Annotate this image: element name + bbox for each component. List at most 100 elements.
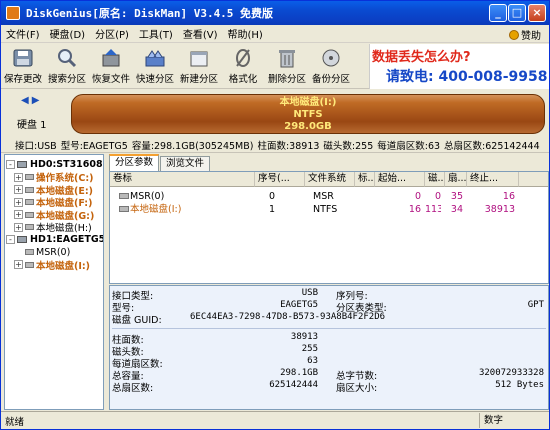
cell-start-sector: 34 — [450, 204, 463, 215]
close-button[interactable]: × — [528, 4, 546, 22]
info-sectors-per-track: 每道扇区数:63 — [377, 140, 441, 152]
table-row[interactable]: 本地磁盘(I:) 1 NTFS 16 113 34 38913 — [110, 203, 548, 216]
search-partition-label: 搜索分区 — [47, 74, 86, 85]
format-button[interactable]: 格式化 — [221, 44, 265, 89]
info-total-sectors: 总扇区数:625142444 — [444, 140, 540, 152]
quick-partition-button[interactable]: 快速分区 — [133, 44, 177, 89]
cell-filesystem: NTFS — [313, 204, 338, 215]
info-model: 型号:EAGETG5 — [60, 140, 128, 152]
save-changes-label: 保存更改 — [3, 74, 42, 85]
new-partition-button[interactable]: 新建分区 — [177, 44, 221, 89]
partition-icon — [25, 211, 34, 218]
new-partition-label: 新建分区 — [179, 74, 218, 85]
delete-partition-label: 删除分区 — [267, 74, 306, 85]
save-icon — [11, 47, 35, 69]
cell-label: 本地磁盘(I:) — [130, 204, 182, 215]
ad-phone: 请致电: 400-008-9958 — [386, 69, 548, 85]
app-window: DiskGenius[原名: DiskMan] V3.4.5 免费版 _ □ ×… — [0, 0, 550, 430]
disk-icon — [17, 236, 27, 243]
title-bar[interactable]: DiskGenius[原名: DiskMan] V3.4.5 免费版 _ □ × — [1, 1, 549, 25]
cell-end-cyl: 16 — [502, 191, 515, 202]
expand-toggle-icon[interactable]: - — [6, 235, 15, 244]
disk-icon — [17, 161, 27, 168]
detail-bytes-value: 320072933328 — [478, 368, 544, 378]
tree-item-label: 本地磁盘(I:) — [36, 260, 91, 272]
minimize-button[interactable]: _ — [489, 4, 507, 22]
expand-toggle-icon[interactable]: - — [6, 160, 15, 169]
header-col-more[interactable] — [519, 172, 548, 187]
disk-details: 接口类型: USB 序列号: 型号: EAGETG5 分区表类型: GPT 磁盘… — [109, 285, 549, 410]
expand-toggle-icon[interactable]: + — [14, 260, 23, 269]
maximize-button[interactable]: □ — [508, 4, 526, 22]
partition-icon — [25, 186, 34, 193]
header-col-flag[interactable]: 标... — [355, 172, 375, 187]
sponsor-button[interactable]: 赞助 — [509, 27, 541, 42]
disk-nav: ◀ ▶ — [21, 95, 39, 106]
delete-partition-button[interactable]: 删除分区 — [265, 44, 309, 89]
backup-partition-button[interactable]: 备份分区 — [309, 44, 353, 89]
status-bar: 就绪 数字 — [1, 411, 549, 429]
partition-table: 卷标 序号(... 文件系统 标... 起始... 磁... 扇... 终止... MSR(0)… — [109, 171, 549, 284]
tab-browse-files[interactable]: 浏览文件 — [160, 156, 211, 171]
recover-files-button[interactable]: 恢复文件 — [89, 44, 133, 89]
expand-toggle-icon[interactable]: + — [14, 172, 23, 182]
tree-partition-item[interactable]: + 本地磁盘(H:) — [14, 221, 92, 234]
format-icon — [231, 47, 255, 69]
expand-toggle-icon[interactable]: + — [14, 210, 23, 219]
detail-heads-value: 255 — [301, 344, 318, 354]
backup-icon — [319, 47, 343, 69]
detail-guid-label: 磁盘 GUID: — [112, 315, 162, 326]
menu-file[interactable]: 文件(F) — [1, 26, 45, 41]
next-disk-icon[interactable]: ▶ — [32, 95, 40, 106]
cell-start-cyl: 16 — [408, 204, 421, 215]
cell-end-cyl: 38913 — [484, 204, 515, 215]
menu-tools[interactable]: 工具(T) — [134, 26, 178, 41]
save-changes-button[interactable]: 保存更改 — [1, 44, 45, 89]
numlock-indicator: 数字 — [479, 413, 549, 428]
disk-tree: -HD0:ST3160811AS+操作系统(C:)+本地磁盘(E:)+本地磁盘(… — [4, 154, 104, 410]
cell-filesystem: MSR — [313, 191, 334, 202]
tab-partition-params[interactable]: 分区参数 — [109, 154, 160, 171]
menu-disk[interactable]: 硬盘(D) — [45, 26, 91, 41]
header-col-index[interactable]: 序号(... — [255, 172, 305, 187]
disk-info-bar: 接口:USB 型号:EAGETG5 容量:298.1GB(305245MB) 柱… — [1, 137, 549, 153]
menu-help[interactable]: 帮助(H) — [223, 26, 268, 41]
header-col-end-cyl[interactable]: 终止... — [467, 172, 519, 187]
window-title: DiskGenius[原名: DiskMan] V3.4.5 免费版 — [26, 7, 274, 20]
status-text: 就绪 — [5, 417, 25, 428]
search-icon — [55, 47, 79, 69]
ad-banner[interactable]: 数据丢失怎么办? 请致电: 400-008-9958 — [369, 44, 549, 89]
expand-toggle-icon[interactable]: + — [14, 197, 23, 207]
tree-item-label: HD1:EAGETG5(298 — [30, 234, 104, 245]
tree-item-label: HD0:ST3160811AS — [30, 159, 103, 170]
expand-toggle-icon[interactable]: + — [14, 222, 23, 232]
info-capacity: 容量:298.1GB(305245MB) — [131, 140, 254, 152]
prev-disk-icon[interactable]: ◀ — [21, 95, 29, 106]
header-col-start-head[interactable]: 磁... — [425, 172, 445, 187]
header-col-label[interactable]: 卷标 — [110, 172, 255, 187]
header-col-start-cyl[interactable]: 起始... — [375, 172, 425, 187]
menu-partition[interactable]: 分区(P) — [90, 26, 134, 41]
detail-spt-value: 63 — [307, 356, 318, 366]
expand-toggle-icon[interactable]: + — [14, 185, 23, 194]
detail-model-value: EAGETG5 — [280, 300, 318, 310]
table-row[interactable]: MSR(0) 0 MSR 0 0 35 16 — [110, 190, 548, 203]
ad-headline: 数据丢失怎么办? — [372, 50, 471, 65]
partition-block-text: 本地磁盘(I:) NTFS 298.0GB — [71, 97, 545, 133]
delete-icon — [275, 47, 299, 69]
header-col-start-sector[interactable]: 扇... — [445, 172, 467, 187]
partition-icon — [25, 224, 34, 230]
cell-start-head: 0 — [434, 191, 441, 202]
detail-capacity-value: 298.1GB — [280, 368, 318, 378]
app-icon — [6, 6, 20, 20]
menu-view[interactable]: 查看(V) — [178, 26, 223, 41]
cell-start-cyl: 0 — [414, 191, 421, 202]
tree-partition-item[interactable]: + 本地磁盘(I:) — [14, 258, 91, 272]
sponsor-label: 赞助 — [521, 31, 541, 42]
right-pane: 分区参数 浏览文件 卷标 序号(... 文件系统 标... 起始... 磁... 扇... 终… — [109, 154, 549, 410]
header-col-filesystem[interactable]: 文件系统 — [305, 172, 355, 187]
tree-disk-item[interactable]: - HD1:EAGETG5(298 — [6, 233, 104, 246]
search-partition-button[interactable]: 搜索分区 — [45, 44, 89, 89]
detail-sector-size-label: 扇区大小: — [336, 383, 378, 394]
partition-icon — [25, 199, 34, 205]
